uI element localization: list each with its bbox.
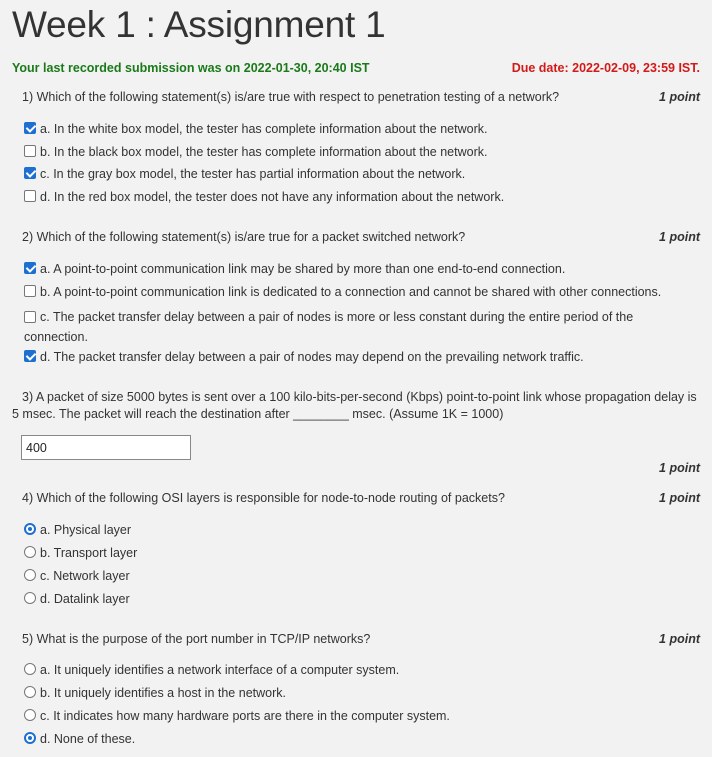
question-2-option-b[interactable]: b. A point-to-point communication link i… bbox=[24, 284, 661, 301]
question-3-points: 1 point bbox=[659, 461, 700, 475]
submission-status-bar: Your last recorded submission was on 202… bbox=[12, 61, 700, 77]
question-1-option-a[interactable]: a. In the white box model, the tester ha… bbox=[24, 121, 487, 138]
checkbox-checked-icon[interactable] bbox=[24, 167, 36, 179]
question-2-option-a[interactable]: a. A point-to-point communication link m… bbox=[24, 261, 565, 278]
question-1-text: 1) Which of the following statement(s) i… bbox=[22, 90, 560, 104]
last-submission-text: Your last recorded submission was on 202… bbox=[12, 61, 370, 75]
checkbox-checked-icon[interactable] bbox=[24, 262, 36, 274]
radio-unselected-icon[interactable] bbox=[24, 569, 36, 581]
option-label: c. Network layer bbox=[40, 569, 130, 583]
question-2-text: 2) Which of the following statement(s) i… bbox=[22, 230, 466, 244]
radio-unselected-icon[interactable] bbox=[24, 592, 36, 604]
option-label: d. The packet transfer delay between a p… bbox=[40, 350, 584, 364]
question-4-text: 4) Which of the following OSI layers is … bbox=[22, 491, 505, 505]
option-label: a. A point-to-point communication link m… bbox=[40, 262, 566, 276]
option-label: a. In the white box model, the tester ha… bbox=[40, 122, 488, 136]
question-5-text: 5) What is the purpose of the port numbe… bbox=[22, 632, 371, 646]
radio-unselected-icon[interactable] bbox=[24, 686, 36, 698]
question-4-option-c[interactable]: c. Network layer bbox=[24, 568, 130, 585]
question-3-answer-input[interactable] bbox=[21, 435, 191, 460]
option-label: c. It indicates how many hardware ports … bbox=[40, 709, 450, 723]
option-label: b. It uniquely identifies a host in the … bbox=[40, 686, 286, 700]
question-1-option-c[interactable]: c. In the gray box model, the tester has… bbox=[24, 166, 465, 183]
checkbox-unchecked-icon[interactable] bbox=[24, 285, 36, 297]
checkbox-checked-icon[interactable] bbox=[24, 122, 36, 134]
question-1-option-d[interactable]: d. In the red box model, the tester does… bbox=[24, 189, 504, 206]
question-1-option-b[interactable]: b. In the black box model, the tester ha… bbox=[24, 144, 487, 161]
option-label: b. In the black box model, the tester ha… bbox=[40, 145, 488, 159]
question-4-option-b[interactable]: b. Transport layer bbox=[24, 545, 137, 562]
question-5-option-c[interactable]: c. It indicates how many hardware ports … bbox=[24, 708, 450, 725]
question-5-option-b[interactable]: b. It uniquely identifies a host in the … bbox=[24, 685, 286, 702]
option-label: d. Datalink layer bbox=[40, 592, 130, 606]
option-label: a. Physical layer bbox=[40, 523, 132, 537]
radio-selected-icon[interactable] bbox=[24, 732, 36, 744]
radio-unselected-icon[interactable] bbox=[24, 709, 36, 721]
question-3: 3) A packet of size 5000 bytes is sent o… bbox=[12, 389, 700, 425]
option-label: c. The packet transfer delay between a p… bbox=[24, 310, 634, 344]
question-2-points: 1 point bbox=[659, 230, 700, 244]
radio-selected-icon[interactable] bbox=[24, 523, 36, 535]
due-date-text: Due date: 2022-02-09, 23:59 IST. bbox=[511, 61, 700, 75]
checkbox-unchecked-icon[interactable] bbox=[24, 190, 36, 202]
radio-unselected-icon[interactable] bbox=[24, 663, 36, 675]
checkbox-unchecked-icon[interactable] bbox=[24, 311, 36, 323]
question-1-points: 1 point bbox=[659, 90, 700, 104]
question-5-option-a[interactable]: a. It uniquely identifies a network inte… bbox=[24, 662, 399, 679]
question-3-text: 3) A packet of size 5000 bytes is sent o… bbox=[12, 390, 697, 421]
question-5-option-d[interactable]: d. None of these. bbox=[24, 731, 135, 748]
question-4-option-a[interactable]: a. Physical layer bbox=[24, 522, 131, 539]
option-label: a. It uniquely identifies a network inte… bbox=[40, 663, 400, 677]
checkbox-checked-icon[interactable] bbox=[24, 350, 36, 362]
option-label: b. A point-to-point communication link i… bbox=[40, 285, 662, 299]
option-label: d. In the red box model, the tester does… bbox=[40, 190, 505, 204]
question-4-points: 1 point bbox=[659, 491, 700, 505]
question-2-option-d[interactable]: d. The packet transfer delay between a p… bbox=[24, 349, 584, 366]
checkbox-unchecked-icon[interactable] bbox=[24, 145, 36, 157]
question-5-points: 1 point bbox=[659, 632, 700, 646]
option-label: b. Transport layer bbox=[40, 546, 138, 560]
page-title: Week 1 : Assignment 1 bbox=[12, 4, 386, 45]
question-2-option-c[interactable]: c. The packet transfer delay between a p… bbox=[24, 307, 664, 347]
option-label: c. In the gray box model, the tester has… bbox=[40, 167, 466, 181]
radio-unselected-icon[interactable] bbox=[24, 546, 36, 558]
question-4-option-d[interactable]: d. Datalink layer bbox=[24, 591, 130, 608]
option-label: d. None of these. bbox=[40, 732, 136, 746]
